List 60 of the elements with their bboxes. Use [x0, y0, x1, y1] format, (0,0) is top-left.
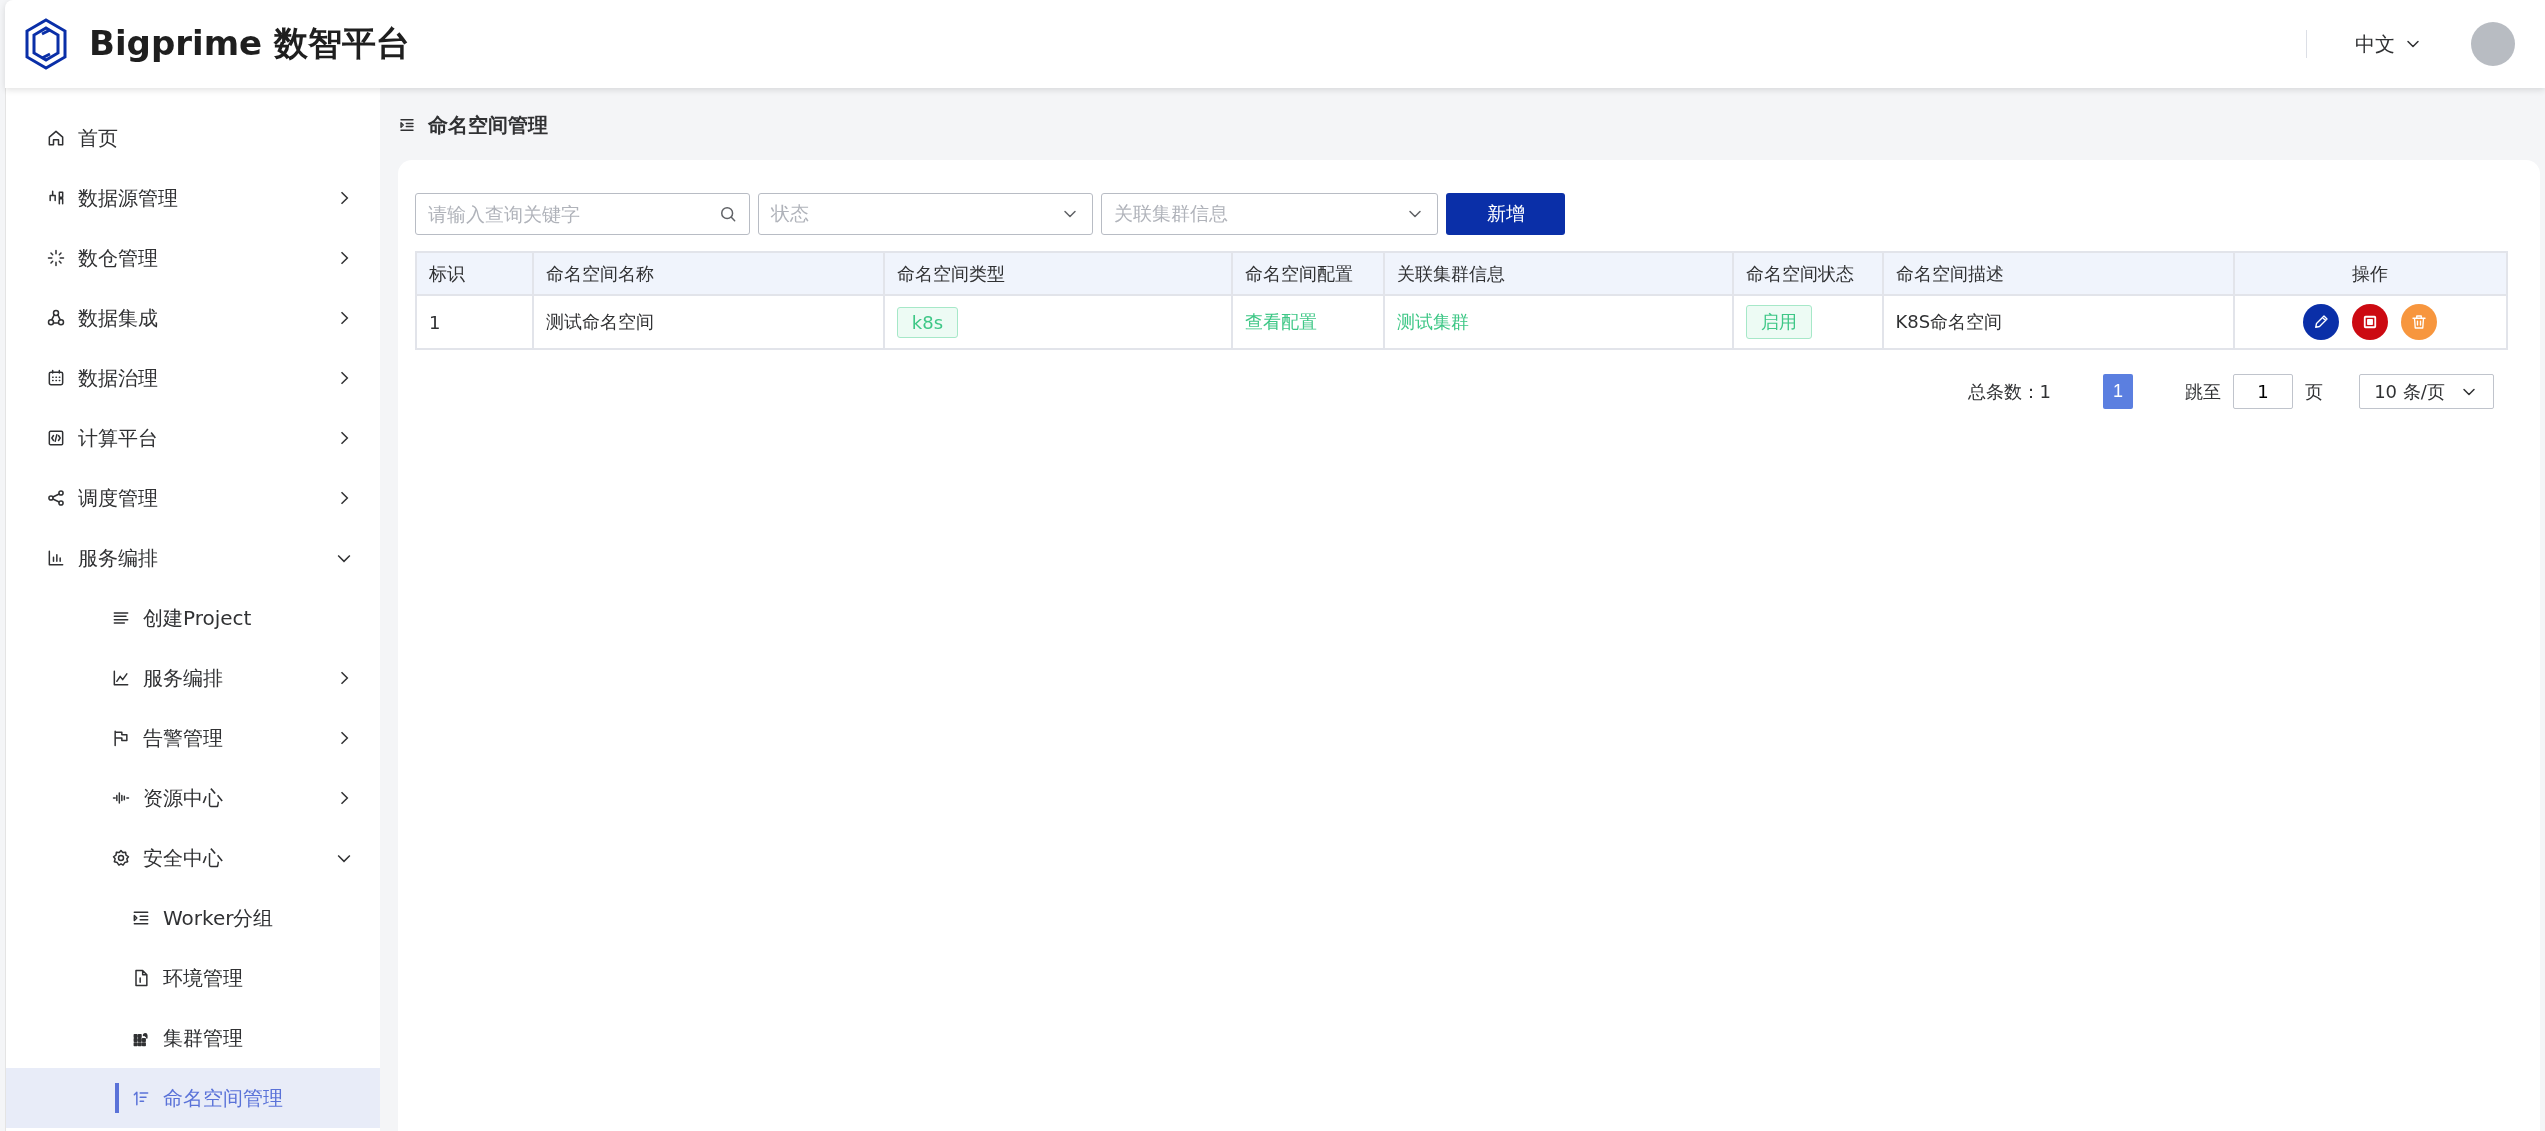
calendar-icon — [46, 368, 66, 388]
sidebar-item[interactable]: 计算平台 — [6, 408, 380, 468]
page-size-select[interactable]: 10 条/页 — [2359, 374, 2494, 409]
sidebar-item[interactable]: 创建Project — [6, 588, 380, 648]
gear-icon — [111, 848, 131, 868]
tag: k8s — [896, 306, 959, 338]
column-header: 命名空间名称 — [533, 252, 884, 295]
sparkle-icon — [46, 248, 66, 268]
triangle-nodes-icon — [46, 308, 66, 328]
nodes-icon — [46, 188, 66, 208]
bar-chart-icon — [46, 548, 66, 568]
sidebar-item[interactable]: 告警管理 — [6, 708, 380, 768]
column-header: 操作 — [2233, 252, 2507, 295]
app-title: Bigprime 数智平台 — [89, 22, 410, 65]
hexagon-logo-icon — [23, 17, 69, 71]
trash-icon — [2410, 313, 2429, 331]
search-icon — [718, 204, 738, 224]
column-header: 命名空间类型 — [883, 252, 1233, 295]
column-header: 关联集群信息 — [1383, 252, 1733, 295]
sort-icon — [131, 1088, 151, 1108]
page-title: 命名空间管理 — [428, 111, 548, 139]
home-icon — [46, 128, 66, 148]
indent-icon — [131, 908, 151, 928]
share-icon — [46, 488, 66, 508]
sidebar-item[interactable]: 数仓管理 — [6, 228, 380, 288]
table-cell: 1 — [416, 295, 534, 349]
sidebar-item[interactable]: 命名空间管理 — [6, 1068, 380, 1128]
jump-label: 跳至 — [2185, 379, 2221, 404]
sidebar-item[interactable]: 数据源管理 — [6, 168, 380, 228]
edit-button[interactable] — [2303, 304, 2340, 340]
page-unit: 页 — [2305, 379, 2323, 404]
total-count: 总条数：1 — [1967, 379, 2051, 404]
sidebar-item[interactable]: Worker分组 — [6, 888, 380, 948]
table-cell: 测试命名空间 — [533, 295, 884, 349]
page-input[interactable]: 1 — [2233, 374, 2293, 409]
line-chart-icon — [111, 668, 131, 688]
sidebar-item[interactable]: 调度管理 — [6, 468, 380, 528]
code-icon — [46, 428, 66, 448]
sidebar-item[interactable]: 数据集成 — [6, 288, 380, 348]
column-header: 标识 — [416, 252, 534, 295]
column-header: 命名空间描述 — [1882, 252, 2234, 295]
sidebar-item[interactable]: 数据治理 — [6, 348, 380, 408]
language-select[interactable]: 中文 — [2355, 30, 2423, 58]
table-cell: K8S命名空间 — [1882, 295, 2234, 349]
column-header: 命名空间状态 — [1733, 252, 1883, 295]
sidebar-item[interactable]: 服务编排 — [6, 648, 380, 708]
flag-icon — [111, 728, 131, 748]
add-button[interactable]: 新增 — [1446, 193, 1565, 235]
column-header: 命名空间配置 — [1232, 252, 1384, 295]
sidebar-item[interactable]: 集群管理 — [6, 1008, 380, 1068]
sidebar-item[interactable]: 安全中心 — [6, 828, 380, 888]
sidebar-item[interactable]: 服务编排 — [6, 528, 380, 588]
tag: 启用 — [1746, 305, 1812, 339]
page-button[interactable]: 1 — [2103, 374, 2133, 409]
stop-button[interactable] — [2352, 304, 2389, 340]
sidebar-item[interactable]: 首页 — [6, 108, 380, 168]
sidebar-item[interactable]: 环境管理 — [6, 948, 380, 1008]
search-field[interactable]: 请输入查询关键字 — [415, 193, 750, 235]
sidebar-item[interactable]: 资源中心 — [6, 768, 380, 828]
indent-icon — [398, 116, 416, 134]
